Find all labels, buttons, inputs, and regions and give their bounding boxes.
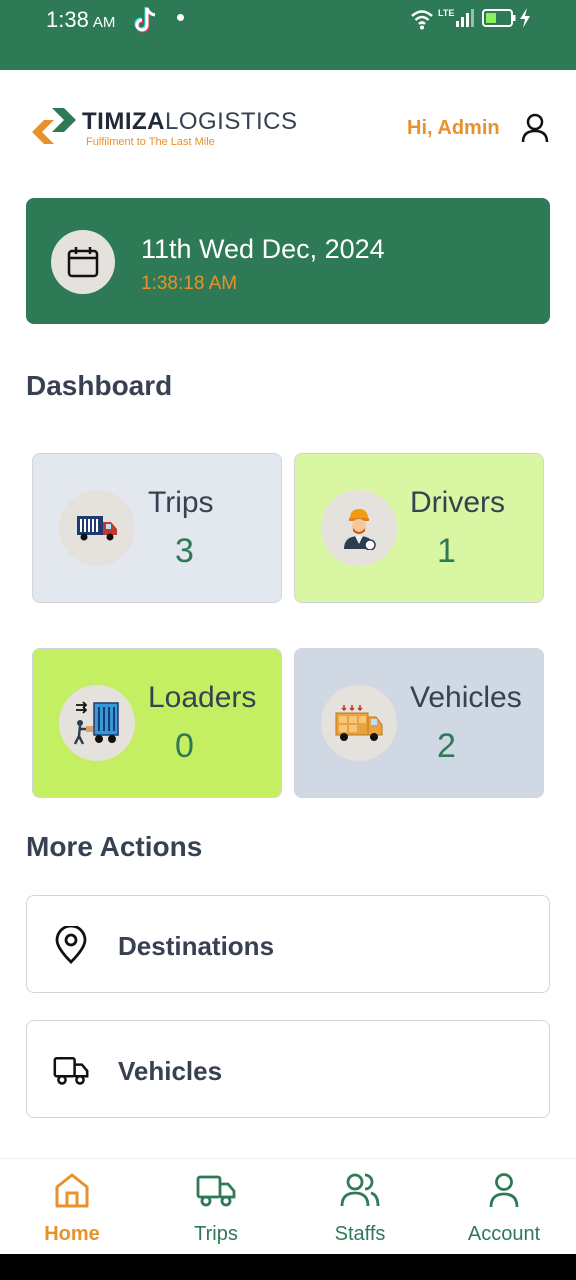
brand-logo	[32, 108, 76, 144]
destinations-action[interactable]: Destinations	[26, 895, 550, 993]
user-profile-icon[interactable]	[520, 112, 550, 144]
status-bar: 1:38 AM LTE	[0, 0, 576, 70]
more-actions-title: More Actions	[26, 831, 203, 862]
map-pin-icon	[55, 926, 87, 964]
nav-account[interactable]: Account	[432, 1159, 576, 1255]
loaders-stat-label: Loaders	[148, 681, 257, 714]
dashboard-title: Dashboard	[26, 370, 173, 401]
trips-stat-value: 3	[175, 532, 194, 570]
user-greeting: Hi, Admin	[407, 117, 500, 139]
charging-icon	[520, 8, 530, 28]
drivers-stat-value: 1	[437, 532, 456, 570]
nav-staffs-label: Staffs	[334, 1223, 386, 1245]
vehicles-stat-card[interactable]: Vehicles 2	[294, 648, 544, 798]
home-icon	[55, 1173, 89, 1208]
destinations-action-label: Destinations	[118, 931, 275, 961]
nav-staffs[interactable]: Staffs	[288, 1159, 432, 1255]
user-icon	[489, 1173, 519, 1208]
tiktok-icon	[134, 7, 156, 33]
nav-home-label: Home	[44, 1223, 100, 1245]
nav-trips-label: Trips	[194, 1223, 238, 1245]
brand-name: TIMIZALOGISTICS	[82, 108, 298, 136]
status-ampm: AM	[92, 14, 116, 31]
vehicles-stat-label: Vehicles	[410, 681, 522, 714]
status-time: 1:38 AM	[46, 7, 115, 33]
drivers-stat-card[interactable]: Drivers 1	[294, 453, 544, 603]
vehicles-action[interactable]: Vehicles	[26, 1020, 550, 1118]
calendar-icon	[51, 230, 115, 294]
bottom-nav: Home Trips Staffs Account	[0, 1158, 576, 1254]
users-icon	[340, 1173, 380, 1207]
current-date: 11th Wed Dec, 2024	[141, 234, 385, 264]
vehicles-stat-value: 2	[437, 727, 456, 765]
trips-stat-label: Trips	[148, 486, 214, 519]
vehicles-action-label: Vehicles	[118, 1056, 223, 1086]
current-time: 1:38:18 AM	[141, 273, 238, 294]
brand-name-bold: TIMIZA	[82, 108, 165, 135]
brand-name-light: LOGISTICS	[164, 108, 298, 135]
loaders-stat-value: 0	[175, 727, 194, 765]
network-type: LTE	[438, 8, 455, 18]
battery-icon	[482, 9, 516, 27]
loaders-stat-card[interactable]: Loaders 0	[32, 648, 282, 798]
notification-dot	[177, 14, 184, 21]
nav-trips[interactable]: Trips	[144, 1159, 288, 1255]
nav-account-label: Account	[467, 1223, 541, 1245]
signal-icon	[456, 9, 474, 27]
truck-outline-icon	[196, 1175, 236, 1207]
trips-stat-card[interactable]: Trips 3	[32, 453, 282, 603]
brand-tagline: Fulfilment to The Last Mile	[86, 136, 215, 148]
drivers-stat-label: Drivers	[410, 486, 505, 519]
truck-outline-icon	[53, 1057, 89, 1085]
wifi-icon	[411, 10, 433, 30]
date-card: 11th Wed Dec, 2024 1:38:18 AM	[26, 198, 550, 324]
nav-home[interactable]: Home	[0, 1159, 144, 1255]
system-navigation-bar	[0, 1254, 576, 1280]
status-time-value: 1:38	[46, 7, 89, 32]
